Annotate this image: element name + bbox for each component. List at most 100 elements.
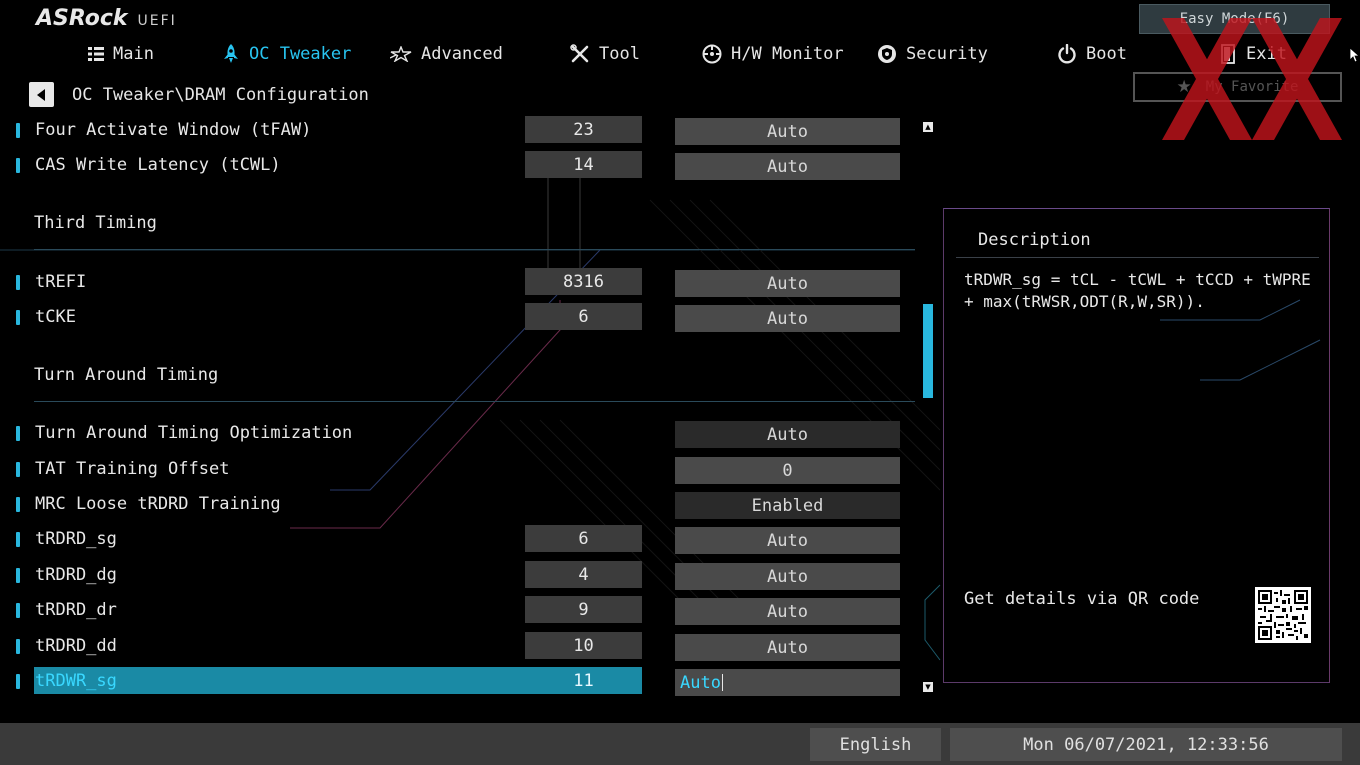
current-value: 9: [525, 596, 642, 623]
mouse-cursor-icon: [1350, 48, 1360, 63]
option-dropdown[interactable]: Enabled: [675, 492, 900, 519]
option-dropdown[interactable]: Auto: [675, 118, 900, 145]
row-indicator: [16, 674, 20, 689]
setting-label: CAS Write Latency (tCWL): [35, 155, 281, 175]
description-title: Description: [978, 230, 1091, 250]
star-icon: [390, 46, 412, 62]
setting-row-trdrd-sg[interactable]: tRDRD_sg 6 Auto: [0, 525, 940, 555]
xx-watermark-logo: [1162, 18, 1342, 140]
tab-security-label: Security: [906, 44, 988, 64]
scroll-down-arrow-icon[interactable]: ▼: [923, 682, 933, 692]
current-value: 6: [525, 525, 642, 552]
setting-row-tat-training-offset[interactable]: TAT Training Offset 0: [0, 455, 940, 485]
qr-code-label: Get details via QR code: [964, 589, 1200, 609]
tab-oc-tweaker-label: OC Tweaker: [249, 44, 352, 64]
scrollbar-thumb[interactable]: [923, 304, 933, 398]
breadcrumb: OC Tweaker\DRAM Configuration: [72, 85, 369, 105]
row-indicator: [16, 426, 20, 441]
option-dropdown[interactable]: Auto: [675, 527, 900, 554]
description-text: tRDWR_sg = tCL - tCWL + tCCD + tWPRE + m…: [964, 270, 1311, 311]
setting-label: Four Activate Window (tFAW): [35, 120, 312, 140]
setting-label: tRDRD_dr: [35, 600, 117, 620]
setting-row-mrc-loose-trdrd[interactable]: MRC Loose tRDRD Training Enabled: [0, 490, 940, 520]
tab-hw-monitor-label: H/W Monitor: [731, 44, 844, 64]
setting-row-trdrd-dg[interactable]: tRDRD_dg 4 Auto: [0, 561, 940, 591]
qr-code-icon: [1255, 587, 1311, 643]
current-value: 14: [525, 151, 642, 178]
description-panel: Description tRDWR_sg = tCL - tCWL + tCCD…: [943, 208, 1330, 683]
option-input[interactable]: Auto: [675, 669, 900, 696]
setting-row-trdrd-dd[interactable]: tRDRD_dd 10 Auto: [0, 632, 940, 662]
row-indicator: [16, 158, 20, 173]
current-value: 6: [525, 303, 642, 330]
asrock-logo: ASRock UEFI: [36, 6, 177, 31]
setting-label: tRDRD_sg: [35, 529, 117, 549]
option-dropdown[interactable]: Auto: [675, 305, 900, 332]
tab-main[interactable]: Main: [88, 40, 154, 68]
back-button[interactable]: [29, 82, 54, 107]
tab-boot-label: Boot: [1086, 44, 1127, 64]
setting-row-trdrd-dr[interactable]: tRDRD_dr 9 Auto: [0, 596, 940, 626]
option-dropdown[interactable]: Auto: [675, 270, 900, 297]
setting-row-tfaw[interactable]: Four Activate Window (tFAW) 23 Auto: [0, 116, 940, 146]
setting-label: tRDWR_sg: [35, 671, 117, 691]
back-arrow-icon: [36, 88, 45, 101]
setting-row-tcke[interactable]: tCKE 6 Auto: [0, 303, 940, 333]
row-indicator: [16, 310, 20, 325]
tab-tool-label: Tool: [599, 44, 640, 64]
current-value: 23: [525, 116, 642, 143]
setting-label: TAT Training Offset: [35, 459, 230, 479]
option-input[interactable]: 0: [675, 457, 900, 484]
tab-tool[interactable]: Tool: [570, 40, 640, 68]
setting-row-tcwl[interactable]: CAS Write Latency (tCWL) 14 Auto: [0, 151, 940, 181]
row-indicator: [16, 462, 20, 477]
option-dropdown[interactable]: Auto: [675, 598, 900, 625]
section-divider: [34, 401, 915, 402]
text-cursor: [721, 674, 723, 691]
setting-label: tRDRD_dg: [35, 565, 117, 585]
row-indicator: [16, 497, 20, 512]
section-heading-turn-around-timing: Turn Around Timing: [34, 365, 219, 385]
setting-row-trefi[interactable]: tREFI 8316 Auto: [0, 268, 940, 298]
setting-row-tat-optimization[interactable]: Turn Around Timing Optimization Auto: [0, 419, 940, 449]
section-divider: [34, 249, 915, 250]
tab-advanced-label: Advanced: [421, 44, 503, 64]
current-value: 10: [525, 632, 642, 659]
setting-row-trdwr-sg[interactable]: tRDWR_sg 11 Auto: [0, 667, 940, 697]
row-indicator: [16, 275, 20, 290]
tab-hw-monitor[interactable]: H/W Monitor: [702, 40, 844, 68]
setting-label: MRC Loose tRDRD Training: [35, 494, 281, 514]
datetime-display: Mon 06/07/2021, 12:33:56: [950, 728, 1342, 761]
row-indicator: [16, 532, 20, 547]
description-divider: [956, 257, 1319, 258]
tab-security[interactable]: Security: [877, 40, 988, 68]
option-dropdown[interactable]: Auto: [675, 153, 900, 180]
tools-icon: [570, 44, 589, 63]
tab-oc-tweaker[interactable]: OC Tweaker: [222, 40, 351, 68]
tab-advanced[interactable]: Advanced: [390, 40, 503, 68]
brand-name: ASRock: [36, 6, 128, 31]
row-indicator: [16, 568, 20, 583]
language-button[interactable]: English: [810, 728, 941, 761]
current-value: 4: [525, 561, 642, 588]
setting-label: Turn Around Timing Optimization: [35, 423, 353, 443]
row-indicator: [16, 639, 20, 654]
row-indicator: [16, 123, 20, 138]
list-icon: [88, 47, 104, 61]
option-input-text: Auto: [680, 672, 721, 693]
setting-label: tCKE: [35, 307, 76, 327]
power-icon: [1058, 44, 1076, 64]
option-dropdown[interactable]: Auto: [675, 563, 900, 590]
brand-suffix: UEFI: [137, 13, 177, 29]
option-dropdown[interactable]: Auto: [675, 421, 900, 448]
row-indicator: [16, 603, 20, 618]
scrollbar[interactable]: [922, 122, 934, 694]
scroll-up-arrow-icon[interactable]: ▲: [923, 122, 933, 132]
gauge-icon: [702, 44, 722, 64]
rocket-icon: [224, 44, 238, 63]
shield-icon: [878, 45, 896, 63]
setting-label: tRDRD_dd: [35, 636, 117, 656]
tab-boot[interactable]: Boot: [1057, 40, 1127, 68]
option-dropdown[interactable]: Auto: [675, 634, 900, 661]
section-heading-third-timing: Third Timing: [34, 213, 157, 233]
